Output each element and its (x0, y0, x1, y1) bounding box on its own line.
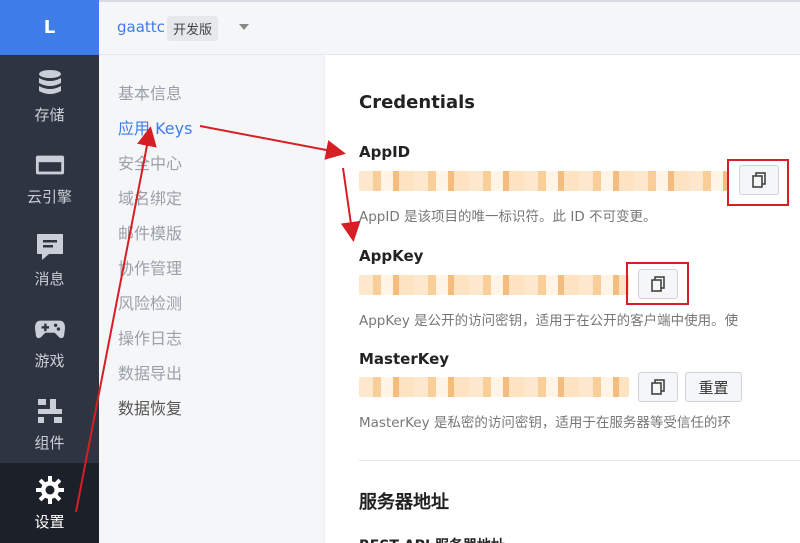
appid-value-masked[interactable] (359, 171, 727, 191)
appid-description: AppID 是该项目的唯一标识符。此 ID 不可变更。 (359, 209, 657, 225)
rail-label: 存储 (34, 105, 65, 124)
rail-label: 游戏 (34, 351, 65, 370)
subnav-item-security[interactable]: 安全中心 (118, 150, 182, 174)
message-icon (35, 232, 65, 262)
credentials-title: Credentials (359, 92, 476, 113)
app-root: L 存储 云引擎 消息 游戏 组件 设置 gaattc 开发版 基本信息 应用 … (0, 0, 800, 543)
subnav-item-export[interactable]: 数据导出 (118, 360, 182, 384)
rail-label: 设置 (34, 512, 65, 531)
settings-nav: 基本信息 应用 Keys 安全中心 域名绑定 邮件模版 协作管理 风险检测 操作… (99, 55, 325, 543)
section-divider (359, 460, 800, 461)
rail-item-components[interactable]: 组件 (0, 383, 99, 465)
subnav-item-app-keys[interactable]: 应用 Keys (118, 115, 192, 139)
gamepad-icon (34, 314, 65, 344)
icon-rail: L 存储 云引擎 消息 游戏 组件 设置 (0, 0, 99, 543)
subnav-item-risk[interactable]: 风险检测 (118, 290, 182, 314)
subnav-item-domain[interactable]: 域名绑定 (118, 185, 182, 209)
appid-label: AppID (359, 143, 411, 161)
plan-badge: 开发版 (167, 16, 219, 41)
appkey-value-masked[interactable] (359, 275, 629, 295)
reset-masterkey-button[interactable]: 重置 (685, 372, 742, 402)
rest-api-label: REST API 服务器地址 (359, 535, 505, 543)
masterkey-description: MasterKey 是私密的访问密钥，适用于在服务器等受信任的环 (359, 415, 731, 431)
rail-item-storage[interactable]: 存储 (0, 55, 99, 137)
subnav-item-email-templates[interactable]: 邮件模版 (118, 220, 182, 244)
gear-icon (35, 475, 65, 505)
app-logo[interactable]: L (0, 0, 99, 55)
rail-item-settings[interactable]: 设置 (0, 463, 99, 543)
copy-icon (651, 379, 665, 395)
copy-masterkey-button[interactable] (638, 372, 678, 402)
rail-label: 云引擎 (26, 187, 72, 206)
highlight-box (727, 159, 789, 206)
masterkey-value-masked[interactable] (359, 377, 629, 397)
app-switcher[interactable]: gaattc (117, 18, 165, 36)
chevron-down-icon[interactable] (239, 24, 249, 30)
highlight-box (626, 262, 689, 305)
masterkey-label: MasterKey (359, 350, 450, 368)
rail-item-message[interactable]: 消息 (0, 219, 99, 301)
subnav-item-basic-info[interactable]: 基本信息 (118, 80, 182, 104)
rail-label: 组件 (34, 433, 65, 452)
database-icon (35, 68, 65, 98)
credentials-panel: Credentials AppID AppID 是该项目的唯一标识符。此 ID … (325, 55, 800, 543)
appkey-description: AppKey 是公开的访问密钥，适用于在公开的客户端中使用。使 (359, 313, 739, 329)
rail-label: 消息 (34, 269, 65, 288)
subnav-item-restore[interactable]: 数据恢复 (118, 395, 182, 419)
top-header: gaattc 开发版 (99, 0, 800, 55)
rail-item-engine[interactable]: 云引擎 (0, 137, 99, 219)
subnav-item-collaboration[interactable]: 协作管理 (118, 255, 182, 279)
rail-item-game[interactable]: 游戏 (0, 301, 99, 383)
engine-icon (35, 150, 65, 180)
appkey-label: AppKey (359, 247, 424, 265)
subnav-item-logs[interactable]: 操作日志 (118, 325, 182, 349)
server-address-title: 服务器地址 (359, 492, 449, 513)
components-icon (35, 396, 65, 426)
